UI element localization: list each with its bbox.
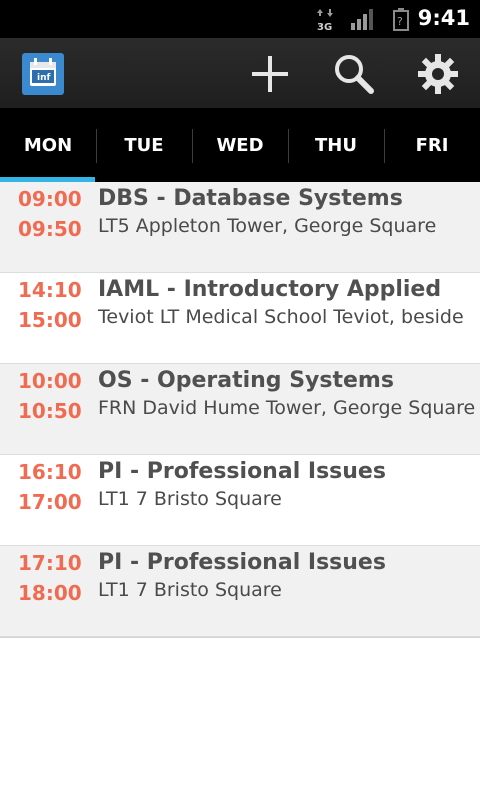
start-time: 14:10 (18, 278, 82, 302)
course-location: LT1 7 Bristo Square (98, 579, 282, 601)
course-title: IAML - Introductory Applied (98, 277, 442, 302)
search-icon[interactable] (330, 50, 378, 98)
course-title: PI - Professional Issues (98, 550, 386, 575)
status-bar: 3G ? 9:41 (0, 0, 480, 38)
tab-label: THU (315, 134, 357, 156)
battery-unknown-label: ? (397, 15, 403, 28)
course-location: LT5 Appleton Tower, George Square (98, 215, 437, 237)
settings-icon[interactable] (414, 50, 462, 98)
course-title: DBS - Database Systems (98, 186, 403, 211)
timetable-list: 09:00 09:50 DBS - Database Systems LT5 A… (0, 182, 480, 638)
list-item[interactable]: 16:10 17:00 PI - Professional Issues LT1… (0, 455, 480, 546)
course-title: PI - Professional Issues (98, 459, 386, 484)
tab-label: FRI (415, 134, 449, 156)
network-type-label: 3G (317, 22, 332, 32)
course-location: LT1 7 Bristo Square (98, 488, 282, 510)
tab-tue[interactable]: TUE (96, 108, 192, 182)
app-icon-label: inf (37, 73, 50, 83)
tab-label: MON (23, 134, 73, 156)
start-time: 16:10 (18, 460, 82, 484)
battery-icon: ? (393, 8, 409, 31)
end-time: 18:00 (18, 581, 82, 605)
tab-wed[interactable]: WED (192, 108, 288, 182)
course-location: Teviot LT Medical School Teviot, beside (98, 306, 464, 328)
tab-label: TUE (124, 134, 164, 156)
list-item[interactable]: 10:00 10:50 OS - Operating Systems FRN D… (0, 364, 480, 455)
tab-fri[interactable]: FRI (384, 108, 480, 182)
clock: 9:41 (417, 6, 470, 30)
tab-mon[interactable]: MON (0, 108, 96, 182)
tab-thu[interactable]: THU (288, 108, 384, 182)
data-transfer-icon: 3G (317, 9, 333, 32)
calendar-app-icon[interactable]: inf (22, 53, 64, 95)
end-time: 17:00 (18, 490, 82, 514)
start-time: 09:00 (18, 187, 82, 211)
start-time: 10:00 (18, 369, 82, 393)
end-time: 10:50 (18, 399, 82, 423)
start-time: 17:10 (18, 551, 82, 575)
list-item[interactable]: 17:10 18:00 PI - Professional Issues LT1… (0, 546, 480, 637)
list-item[interactable]: 09:00 09:50 DBS - Database Systems LT5 A… (0, 182, 480, 273)
course-title: OS - Operating Systems (98, 368, 394, 393)
course-location: FRN David Hume Tower, George Square (98, 397, 476, 419)
end-time: 15:00 (18, 308, 82, 332)
tab-label: WED (216, 134, 264, 156)
list-item[interactable]: 14:10 15:00 IAML - Introductory Applied … (0, 273, 480, 364)
day-tabs: MON TUE WED THU FRI (0, 108, 480, 182)
add-icon[interactable] (246, 50, 294, 98)
signal-icon (351, 9, 373, 30)
action-bar: inf (0, 38, 480, 108)
end-time: 09:50 (18, 217, 82, 241)
